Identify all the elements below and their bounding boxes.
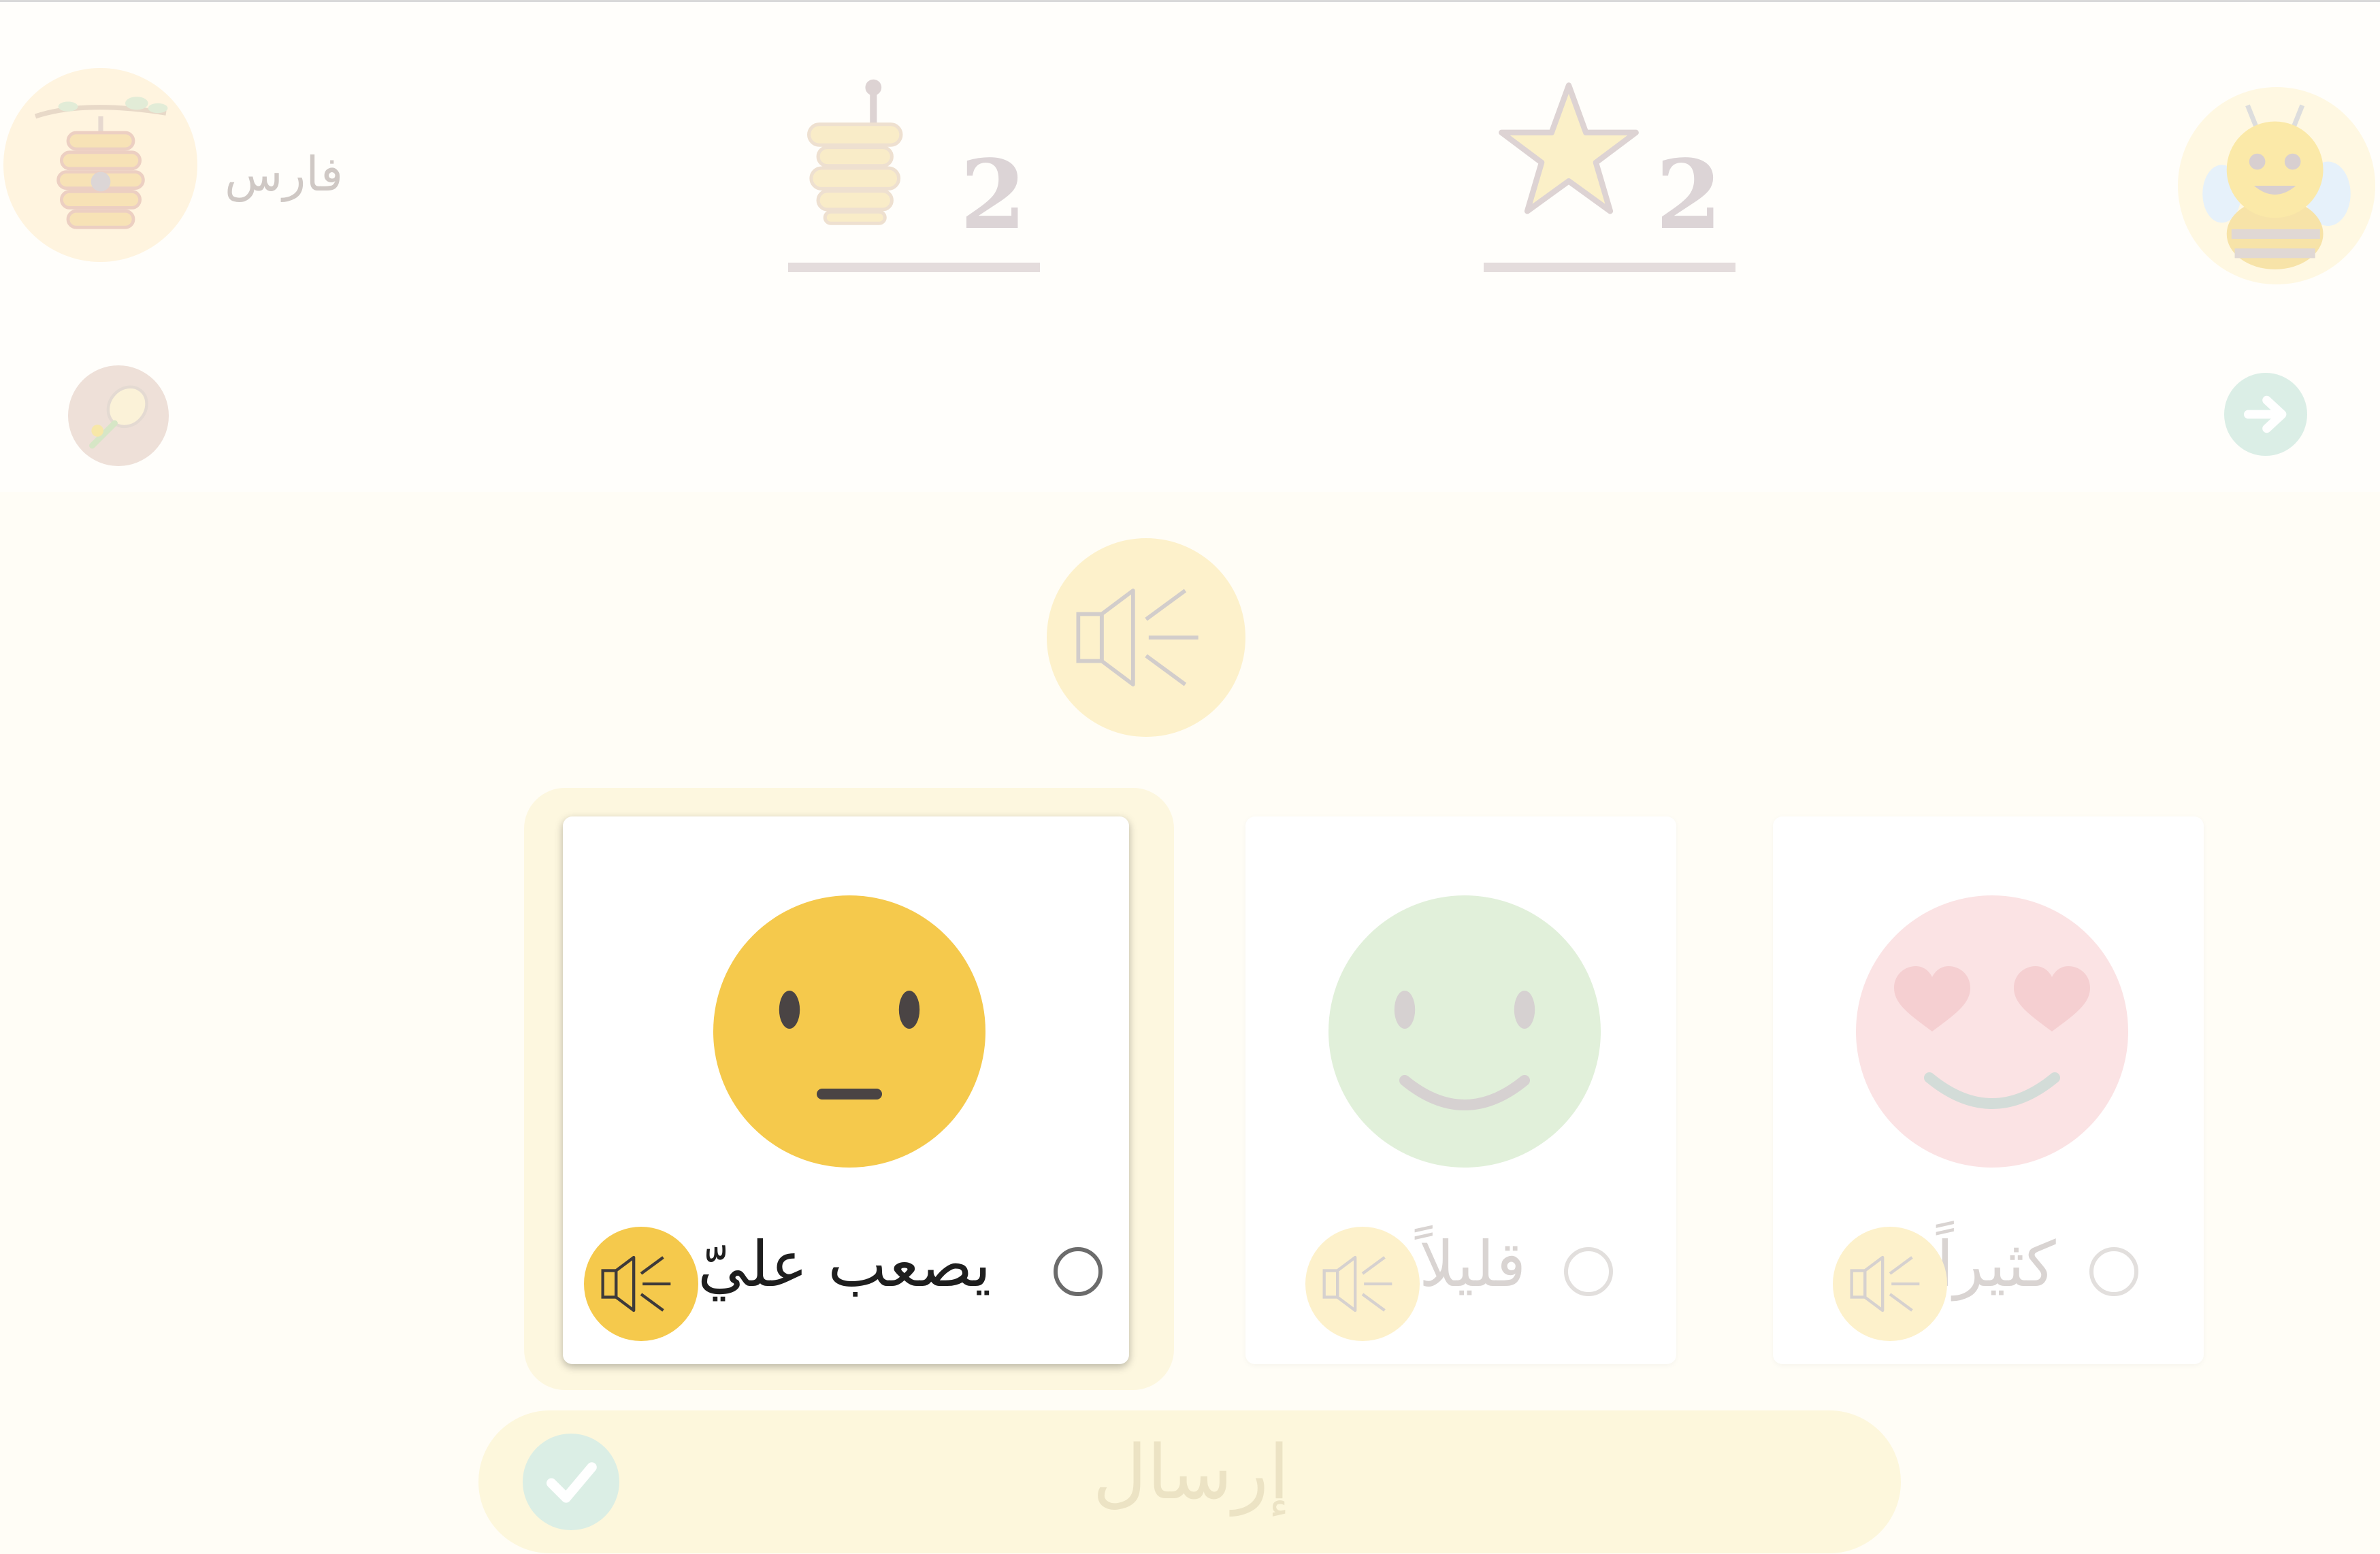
player-avatar[interactable] [3, 68, 197, 262]
option-label-1: يصعب عليّ [698, 1228, 992, 1301]
option-radio-2[interactable] [1564, 1247, 1613, 1296]
activity-button[interactable] [68, 365, 169, 466]
next-button[interactable] [2224, 373, 2307, 456]
star-icon [1499, 82, 1639, 214]
star-underline [1484, 263, 1735, 272]
neutral-face-icon [713, 895, 985, 1168]
submit-check-badge [523, 1434, 619, 1530]
beehive-icon [34, 96, 167, 229]
speaker-icon [1076, 589, 1199, 687]
player-name: فارس [225, 146, 344, 202]
honey-underline [788, 263, 1040, 272]
speaker-icon [601, 1255, 671, 1312]
submit-label: إرسال [1092, 1429, 1290, 1516]
honey-dipper-icon [807, 79, 903, 225]
question-audio-button[interactable] [1047, 538, 1245, 737]
option-radio-1[interactable] [1054, 1247, 1103, 1296]
smile-face-icon [1328, 895, 1601, 1168]
speaker-icon [1322, 1255, 1392, 1312]
heart-eyes-face-icon [1856, 895, 2128, 1168]
option-radio-3[interactable] [2089, 1247, 2138, 1296]
bee-icon [2202, 104, 2351, 269]
bee-avatar[interactable] [2178, 87, 2375, 284]
option-label-3: كثيراً [1936, 1228, 2056, 1301]
star-counter: 2 [1484, 75, 1735, 272]
option-label-2: قليلاً [1419, 1228, 1527, 1301]
option-audio-button-3[interactable] [1833, 1227, 1947, 1341]
option-audio-button-2[interactable] [1305, 1227, 1420, 1341]
option-audio-button-1[interactable] [584, 1227, 698, 1341]
check-icon [547, 1462, 597, 1503]
header-bar [0, 2, 2380, 492]
star-count: 2 [1655, 139, 1722, 251]
tennis-racket-icon [89, 385, 148, 449]
speaker-icon [1850, 1255, 1920, 1312]
honey-count: 2 [960, 139, 1026, 251]
honey-counter: 2 [788, 75, 1040, 272]
arrow-right-icon [2244, 395, 2287, 433]
